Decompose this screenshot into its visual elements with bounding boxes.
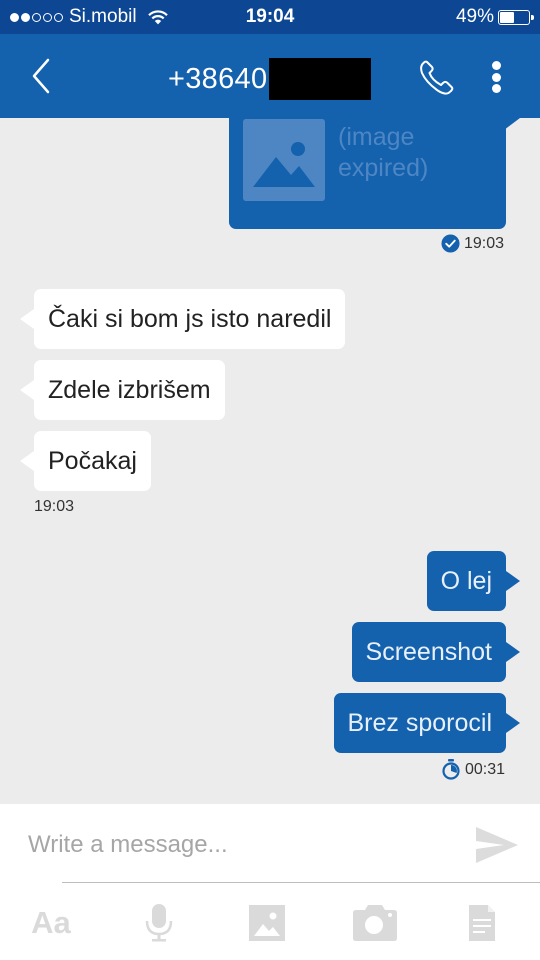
message-composer: Aa [0, 804, 540, 960]
check-circle-icon [441, 234, 460, 253]
text-format-icon: Aa [31, 905, 71, 940]
contact-number: +38640 [168, 62, 268, 95]
message-time: 00:31 [465, 760, 506, 778]
text-format-button[interactable]: Aa [26, 900, 76, 946]
message-text: Screenshot [365, 637, 492, 666]
message-time: 19:03 [34, 498, 75, 515]
outgoing-message[interactable]: Brez sporocil [333, 693, 520, 753]
camera-icon [353, 905, 397, 941]
camera-button[interactable] [352, 900, 398, 946]
redaction-box [269, 58, 372, 100]
status-bar: Si.mobil 19:04 49% [0, 0, 540, 34]
battery-icon [498, 9, 534, 25]
timer-icon [442, 759, 460, 780]
send-icon[interactable] [474, 824, 520, 866]
microphone-icon [145, 904, 173, 942]
image-icon [249, 905, 285, 941]
message-meta: 19:03 [441, 234, 504, 253]
gallery-button[interactable] [248, 900, 286, 946]
status-right: 49% [455, 6, 534, 28]
conversation-list[interactable]: (image expired) 19:03 Čaki si bom js ist… [0, 118, 540, 804]
attachment-toolbar: Aa [0, 900, 540, 946]
incoming-message[interactable]: Čaki si bom js isto naredil [19, 289, 346, 349]
expired-image-message[interactable]: (image expired) [229, 118, 520, 229]
document-button[interactable] [466, 900, 498, 946]
battery-percent: 49% [455, 6, 494, 27]
message-meta: 00:31 [441, 759, 505, 780]
back-button[interactable] [26, 56, 56, 96]
document-icon [469, 905, 495, 941]
conversation-header: +38640 [0, 34, 540, 118]
battery-fill [500, 11, 514, 23]
more-vertical-icon[interactable] [486, 58, 506, 96]
voice-button[interactable] [142, 900, 176, 946]
image-expired-label: (image expired) [338, 123, 429, 182]
composer-divider [62, 882, 540, 883]
message-text: O lej [440, 566, 492, 595]
message-text: Počakaj [48, 446, 137, 475]
message-text: Čaki si bom js isto naredil [48, 304, 332, 333]
incoming-message[interactable]: Počakaj [20, 431, 151, 491]
message-text: Brez sporocil [347, 708, 493, 737]
incoming-message[interactable]: Zdele izbrišem [20, 360, 225, 420]
phone-icon[interactable] [418, 58, 456, 96]
outgoing-message[interactable]: O lej [426, 551, 521, 611]
message-input[interactable] [28, 824, 458, 866]
message-time: 19:03 [464, 234, 505, 252]
image-icon [243, 119, 325, 201]
outgoing-message[interactable]: Screenshot [351, 622, 521, 682]
message-meta: 19:03 [34, 498, 74, 516]
message-text: Zdele izbrišem [48, 375, 211, 404]
contact-title: +38640 [168, 58, 372, 100]
